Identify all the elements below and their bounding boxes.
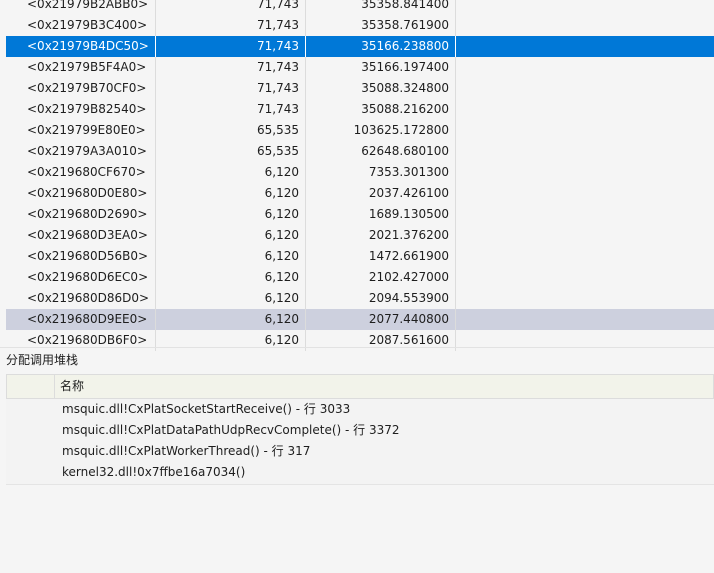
stack-frame[interactable]: kernel32.dll!0x7ffbe16a7034() <box>6 462 714 483</box>
call-stack-title: 分配调用堆栈 <box>6 353 79 367</box>
table-row[interactable]: <0x21979B5F4A0> 71,743 35166.197400 <box>6 57 714 78</box>
size-cell: 1689.130500 <box>306 204 456 225</box>
header-gutter <box>7 375 55 398</box>
size-cell: 2102.427000 <box>306 267 456 288</box>
size-cell: 2021.376200 <box>306 225 456 246</box>
table-row[interactable]: <0x21979B82540> 71,743 35088.216200 <box>6 99 714 120</box>
table-row-hovered[interactable]: <0x219680D9EE0> 6,120 2077.440800 <box>6 309 714 330</box>
count-cell: 71,743 <box>156 57 306 78</box>
count-cell: 65,535 <box>156 120 306 141</box>
stack-frame[interactable]: msquic.dll!CxPlatWorkerThread() - 行 317 <box>6 441 714 462</box>
address-cell: <0x21979B4DC50> <box>6 36 156 57</box>
table-row[interactable]: <0x219680D0E80> 6,120 2037.426100 <box>6 183 714 204</box>
address-cell: <0x219680D6EC0> <box>6 267 156 288</box>
count-cell: 6,120 <box>156 309 306 330</box>
address-cell: <0x21979B2ABB0> <box>6 0 156 15</box>
size-cell: 1472.661900 <box>306 246 456 267</box>
count-cell: 6,120 <box>156 162 306 183</box>
table-row[interactable]: <0x219680D6EC0> 6,120 2102.427000 <box>6 267 714 288</box>
allocation-grid[interactable]: <0x21979B2ABB0> 71,743 35358.841400 <0x2… <box>6 0 714 351</box>
size-cell: 62648.680100 <box>306 141 456 162</box>
address-cell: <0x219680D86D0> <box>6 288 156 309</box>
count-cell: 6,120 <box>156 246 306 267</box>
call-stack-header: 名称 <box>6 374 714 399</box>
size-cell: 35088.324800 <box>306 78 456 99</box>
table-row[interactable]: <0x21979B3C400> 71,743 35358.761900 <box>6 15 714 36</box>
table-row[interactable]: <0x21979B70CF0> 71,743 35088.324800 <box>6 78 714 99</box>
size-cell: 7353.301300 <box>306 162 456 183</box>
size-cell: 2077.440800 <box>306 309 456 330</box>
address-cell: <0x219680D0E80> <box>6 183 156 204</box>
call-stack-list[interactable]: msquic.dll!CxPlatSocketStartReceive() - … <box>6 399 714 485</box>
count-cell: 6,120 <box>156 267 306 288</box>
grid-bottom-divider <box>0 347 714 348</box>
stack-frame[interactable]: msquic.dll!CxPlatDataPathUdpRecvComplete… <box>6 420 714 441</box>
count-cell: 6,120 <box>156 288 306 309</box>
count-cell: 65,535 <box>156 141 306 162</box>
table-row[interactable]: <0x219680D3EA0> 6,120 2021.376200 <box>6 225 714 246</box>
size-cell: 35166.197400 <box>306 57 456 78</box>
table-row[interactable]: <0x21979B2ABB0> 71,743 35358.841400 <box>6 0 714 15</box>
stack-frame[interactable]: msquic.dll!CxPlatSocketStartReceive() - … <box>6 399 714 420</box>
table-row[interactable]: <0x219799E80E0> 65,535 103625.172800 <box>6 120 714 141</box>
address-cell: <0x219680D56B0> <box>6 246 156 267</box>
address-cell: <0x219799E80E0> <box>6 120 156 141</box>
size-cell: 35166.238800 <box>306 36 456 57</box>
address-cell: <0x21979B70CF0> <box>6 78 156 99</box>
count-cell: 71,743 <box>156 36 306 57</box>
address-cell: <0x219680D3EA0> <box>6 225 156 246</box>
address-cell: <0x219680D2690> <box>6 204 156 225</box>
table-row-selected[interactable]: <0x21979B4DC50> 71,743 35166.238800 <box>6 36 714 57</box>
count-cell: 6,120 <box>156 204 306 225</box>
size-cell: 103625.172800 <box>306 120 456 141</box>
count-cell: 6,120 <box>156 225 306 246</box>
count-cell: 71,743 <box>156 0 306 15</box>
size-cell: 2094.553900 <box>306 288 456 309</box>
table-row[interactable]: <0x219680D2690> 6,120 1689.130500 <box>6 204 714 225</box>
count-cell: 6,120 <box>156 183 306 204</box>
size-cell: 35358.841400 <box>306 0 456 15</box>
column-header-name[interactable]: 名称 <box>60 375 84 398</box>
address-cell: <0x21979B3C400> <box>6 15 156 36</box>
count-cell: 71,743 <box>156 99 306 120</box>
table-row[interactable]: <0x219680D86D0> 6,120 2094.553900 <box>6 288 714 309</box>
table-row[interactable]: <0x219680CF670> 6,120 7353.301300 <box>6 162 714 183</box>
table-row[interactable]: <0x219680D56B0> 6,120 1472.661900 <box>6 246 714 267</box>
address-cell: <0x21979A3A010> <box>6 141 156 162</box>
size-cell: 2037.426100 <box>306 183 456 204</box>
count-cell: 71,743 <box>156 78 306 99</box>
address-cell: <0x21979B82540> <box>6 99 156 120</box>
address-cell: <0x219680CF670> <box>6 162 156 183</box>
size-cell: 35358.761900 <box>306 15 456 36</box>
address-cell: <0x219680D9EE0> <box>6 309 156 330</box>
size-cell: 35088.216200 <box>306 99 456 120</box>
count-cell: 71,743 <box>156 15 306 36</box>
address-cell: <0x21979B5F4A0> <box>6 57 156 78</box>
table-row[interactable]: <0x21979A3A010> 65,535 62648.680100 <box>6 141 714 162</box>
